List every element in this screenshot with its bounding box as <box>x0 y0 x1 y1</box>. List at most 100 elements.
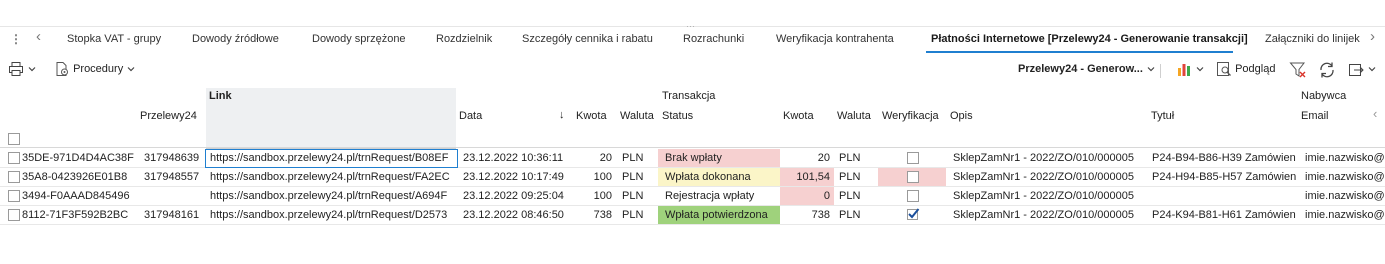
tab-bar: ⋯ ⋮ ‹ Stopka VAT - grupy Dowody źródłowe… <box>0 21 1385 53</box>
tab-zalaczniki-do-linijek[interactable]: Załączniki do linijek <box>1265 33 1360 45</box>
column-header-status[interactable]: Status <box>662 110 693 122</box>
weryfikacja-checkbox[interactable] <box>907 190 919 202</box>
export-button[interactable] <box>1348 61 1377 77</box>
resize-grip-icon[interactable]: ⋯ <box>686 21 696 32</box>
tab-weryfikacja-kontrahenta[interactable]: Weryfikacja kontrahenta <box>776 33 894 45</box>
row-link[interactable]: https://sandbox.przelewy24.pl/trnRequest… <box>210 206 454 224</box>
weryfikacja-checkbox-checked[interactable] <box>906 207 920 224</box>
row-waluta-transakcji: PLN <box>839 190 861 202</box>
row-waluta-transakcji: PLN <box>839 171 861 183</box>
row-email: imie.nazwisko@ <box>1305 190 1385 202</box>
table-row[interactable]: 8112-71F3F592B2BC 317948161 https://sand… <box>0 206 1385 225</box>
tab-dowody-sprzezone[interactable]: Dowody sprzężone <box>312 33 406 45</box>
weryfikacja-checkbox[interactable] <box>907 152 919 164</box>
row-kwota: 100 <box>593 190 612 202</box>
tab-rozrachunki[interactable]: Rozrachunki <box>683 33 744 45</box>
row-status: Wpłata dokonana <box>665 171 751 183</box>
tab-rozdzielnik[interactable]: Rozdzielnik <box>436 33 492 45</box>
row-id: 3494-F0AAAD845496 <box>22 190 130 202</box>
row-email: imie.nazwisko@ <box>1305 152 1385 164</box>
row-id: 35A8-0423926E01B8 <box>22 171 128 183</box>
chevron-down-icon <box>1368 67 1376 72</box>
clear-filter-button[interactable] <box>1289 61 1307 79</box>
table-row[interactable]: 3494-F0AAAD845496 https://sandbox.przele… <box>0 187 1385 206</box>
more-options-icon[interactable]: ⋮ <box>10 32 22 46</box>
row-id: 8112-71F3F592B2BC <box>22 209 129 221</box>
tab-stopka-vat-grupy[interactable]: Stopka VAT - grupy <box>67 33 161 45</box>
column-header-kwota[interactable]: Kwota <box>576 110 607 122</box>
refresh-icon <box>1320 62 1334 78</box>
column-header-opis[interactable]: Opis <box>950 110 973 122</box>
row-opis: SklepZamNr1 - 2022/ZO/010/000005 <box>953 190 1134 202</box>
header-divider <box>0 147 1385 148</box>
refresh-button[interactable] <box>1318 61 1336 79</box>
procedures-button[interactable]: Procedury <box>54 61 136 77</box>
row-data: 23.12.2022 09:25:04 <box>463 190 564 202</box>
tab-platnosci-internetowe[interactable]: Płatności Internetowe [Przelewy24 - Gene… <box>931 33 1248 45</box>
row-select-checkbox[interactable] <box>8 171 20 183</box>
filter-clear-icon <box>1289 62 1306 78</box>
row-kwota: 20 <box>599 152 612 164</box>
row-opis: SklepZamNr1 - 2022/ZO/010/000005 <box>953 152 1134 164</box>
row-status: Brak wpłaty <box>665 152 722 164</box>
print-button[interactable] <box>8 61 37 77</box>
row-waluta-transakcji: PLN <box>839 209 861 221</box>
row-kwota: 738 <box>593 209 612 221</box>
bar-chart-icon <box>1178 64 1190 76</box>
row-link[interactable]: https://sandbox.przelewy24.pl/trnRequest… <box>210 149 454 167</box>
row-kwota: 100 <box>593 171 612 183</box>
row-data: 23.12.2022 08:46:50 <box>463 209 564 221</box>
row-kwota-transakcji: 0 <box>823 190 830 202</box>
toolbar-divider <box>1160 64 1161 78</box>
column-header-waluta[interactable]: Waluta <box>620 110 654 122</box>
weryfikacja-checkbox[interactable] <box>907 171 919 183</box>
column-header-kwota-transakcji[interactable]: Kwota <box>783 110 814 122</box>
tabs-prev-icon[interactable]: ‹ <box>36 28 41 45</box>
row-opis: SklepZamNr1 - 2022/ZO/010/000005 <box>953 171 1134 183</box>
printer-icon <box>9 62 23 76</box>
row-data: 23.12.2022 10:17:49 <box>463 171 564 183</box>
group-header-nabywca[interactable]: Nabywca <box>1301 90 1346 102</box>
row-kwota-transakcji: 20 <box>817 152 830 164</box>
row-select-checkbox[interactable] <box>8 190 20 202</box>
row-select-checkbox[interactable] <box>8 209 20 221</box>
column-header-email[interactable]: Email <box>1301 110 1329 122</box>
preview-icon <box>1217 62 1231 76</box>
row-przelewy24 <box>144 187 204 205</box>
checkmark-icon <box>907 208 920 220</box>
row-przelewy24: 317948161 <box>144 209 200 221</box>
tab-szczegoly-cennika[interactable]: Szczegóły cennika i rabatu <box>522 33 653 45</box>
column-header-przelewy24[interactable]: Przelewy24 <box>140 110 197 122</box>
column-header-weryfikacja[interactable]: Weryfikacja <box>882 110 939 122</box>
row-status: Rejestracja wpłaty <box>665 190 755 202</box>
column-header-waluta-transakcji[interactable]: Waluta <box>837 110 871 122</box>
row-tytul: P24-H94-B85-H57 Zamówien <box>1152 171 1297 183</box>
group-header-link[interactable]: Link <box>209 90 232 102</box>
scroll-right-icon[interactable]: ‹ <box>1373 106 1377 121</box>
tabs-next-icon[interactable]: › <box>1370 28 1375 45</box>
chart-button[interactable] <box>1176 61 1205 77</box>
sort-desc-icon[interactable]: ↓ <box>559 109 565 121</box>
row-waluta: PLN <box>622 152 644 164</box>
chevron-down-icon <box>28 67 36 72</box>
select-all-checkbox[interactable] <box>8 133 20 145</box>
row-przelewy24: 317948639 <box>144 152 200 164</box>
row-status: Wpłata potwierdzona <box>665 209 768 221</box>
column-header-tytul[interactable]: Tytuł <box>1151 110 1174 122</box>
group-header-transakcja[interactable]: Transakcja <box>662 90 715 102</box>
row-tytul: P24-B94-B86-H39 Zamówien <box>1152 152 1296 164</box>
link-column-header-bg <box>206 88 456 149</box>
view-selector[interactable]: Przelewy24 - Generow... <box>1018 63 1156 75</box>
table-row[interactable]: 35DE-971D4D4AC38F 317948639 https://sand… <box>0 149 1385 168</box>
tab-dowody-zrodlowe[interactable]: Dowody źródłowe <box>192 33 279 45</box>
preview-button[interactable]: Podgląd <box>1216 61 1275 77</box>
row-przelewy24: 317948557 <box>144 171 200 183</box>
chevron-down-icon <box>1196 67 1204 72</box>
table-row[interactable]: 35A8-0423926E01B8 317948557 https://sand… <box>0 168 1385 187</box>
column-header-data[interactable]: Data <box>459 110 482 122</box>
procedure-icon <box>56 62 68 76</box>
row-waluta: PLN <box>622 209 644 221</box>
row-link[interactable]: https://sandbox.przelewy24.pl/trnRequest… <box>210 168 454 186</box>
row-select-checkbox[interactable] <box>8 152 20 164</box>
row-link[interactable]: https://sandbox.przelewy24.pl/trnRequest… <box>210 187 454 205</box>
